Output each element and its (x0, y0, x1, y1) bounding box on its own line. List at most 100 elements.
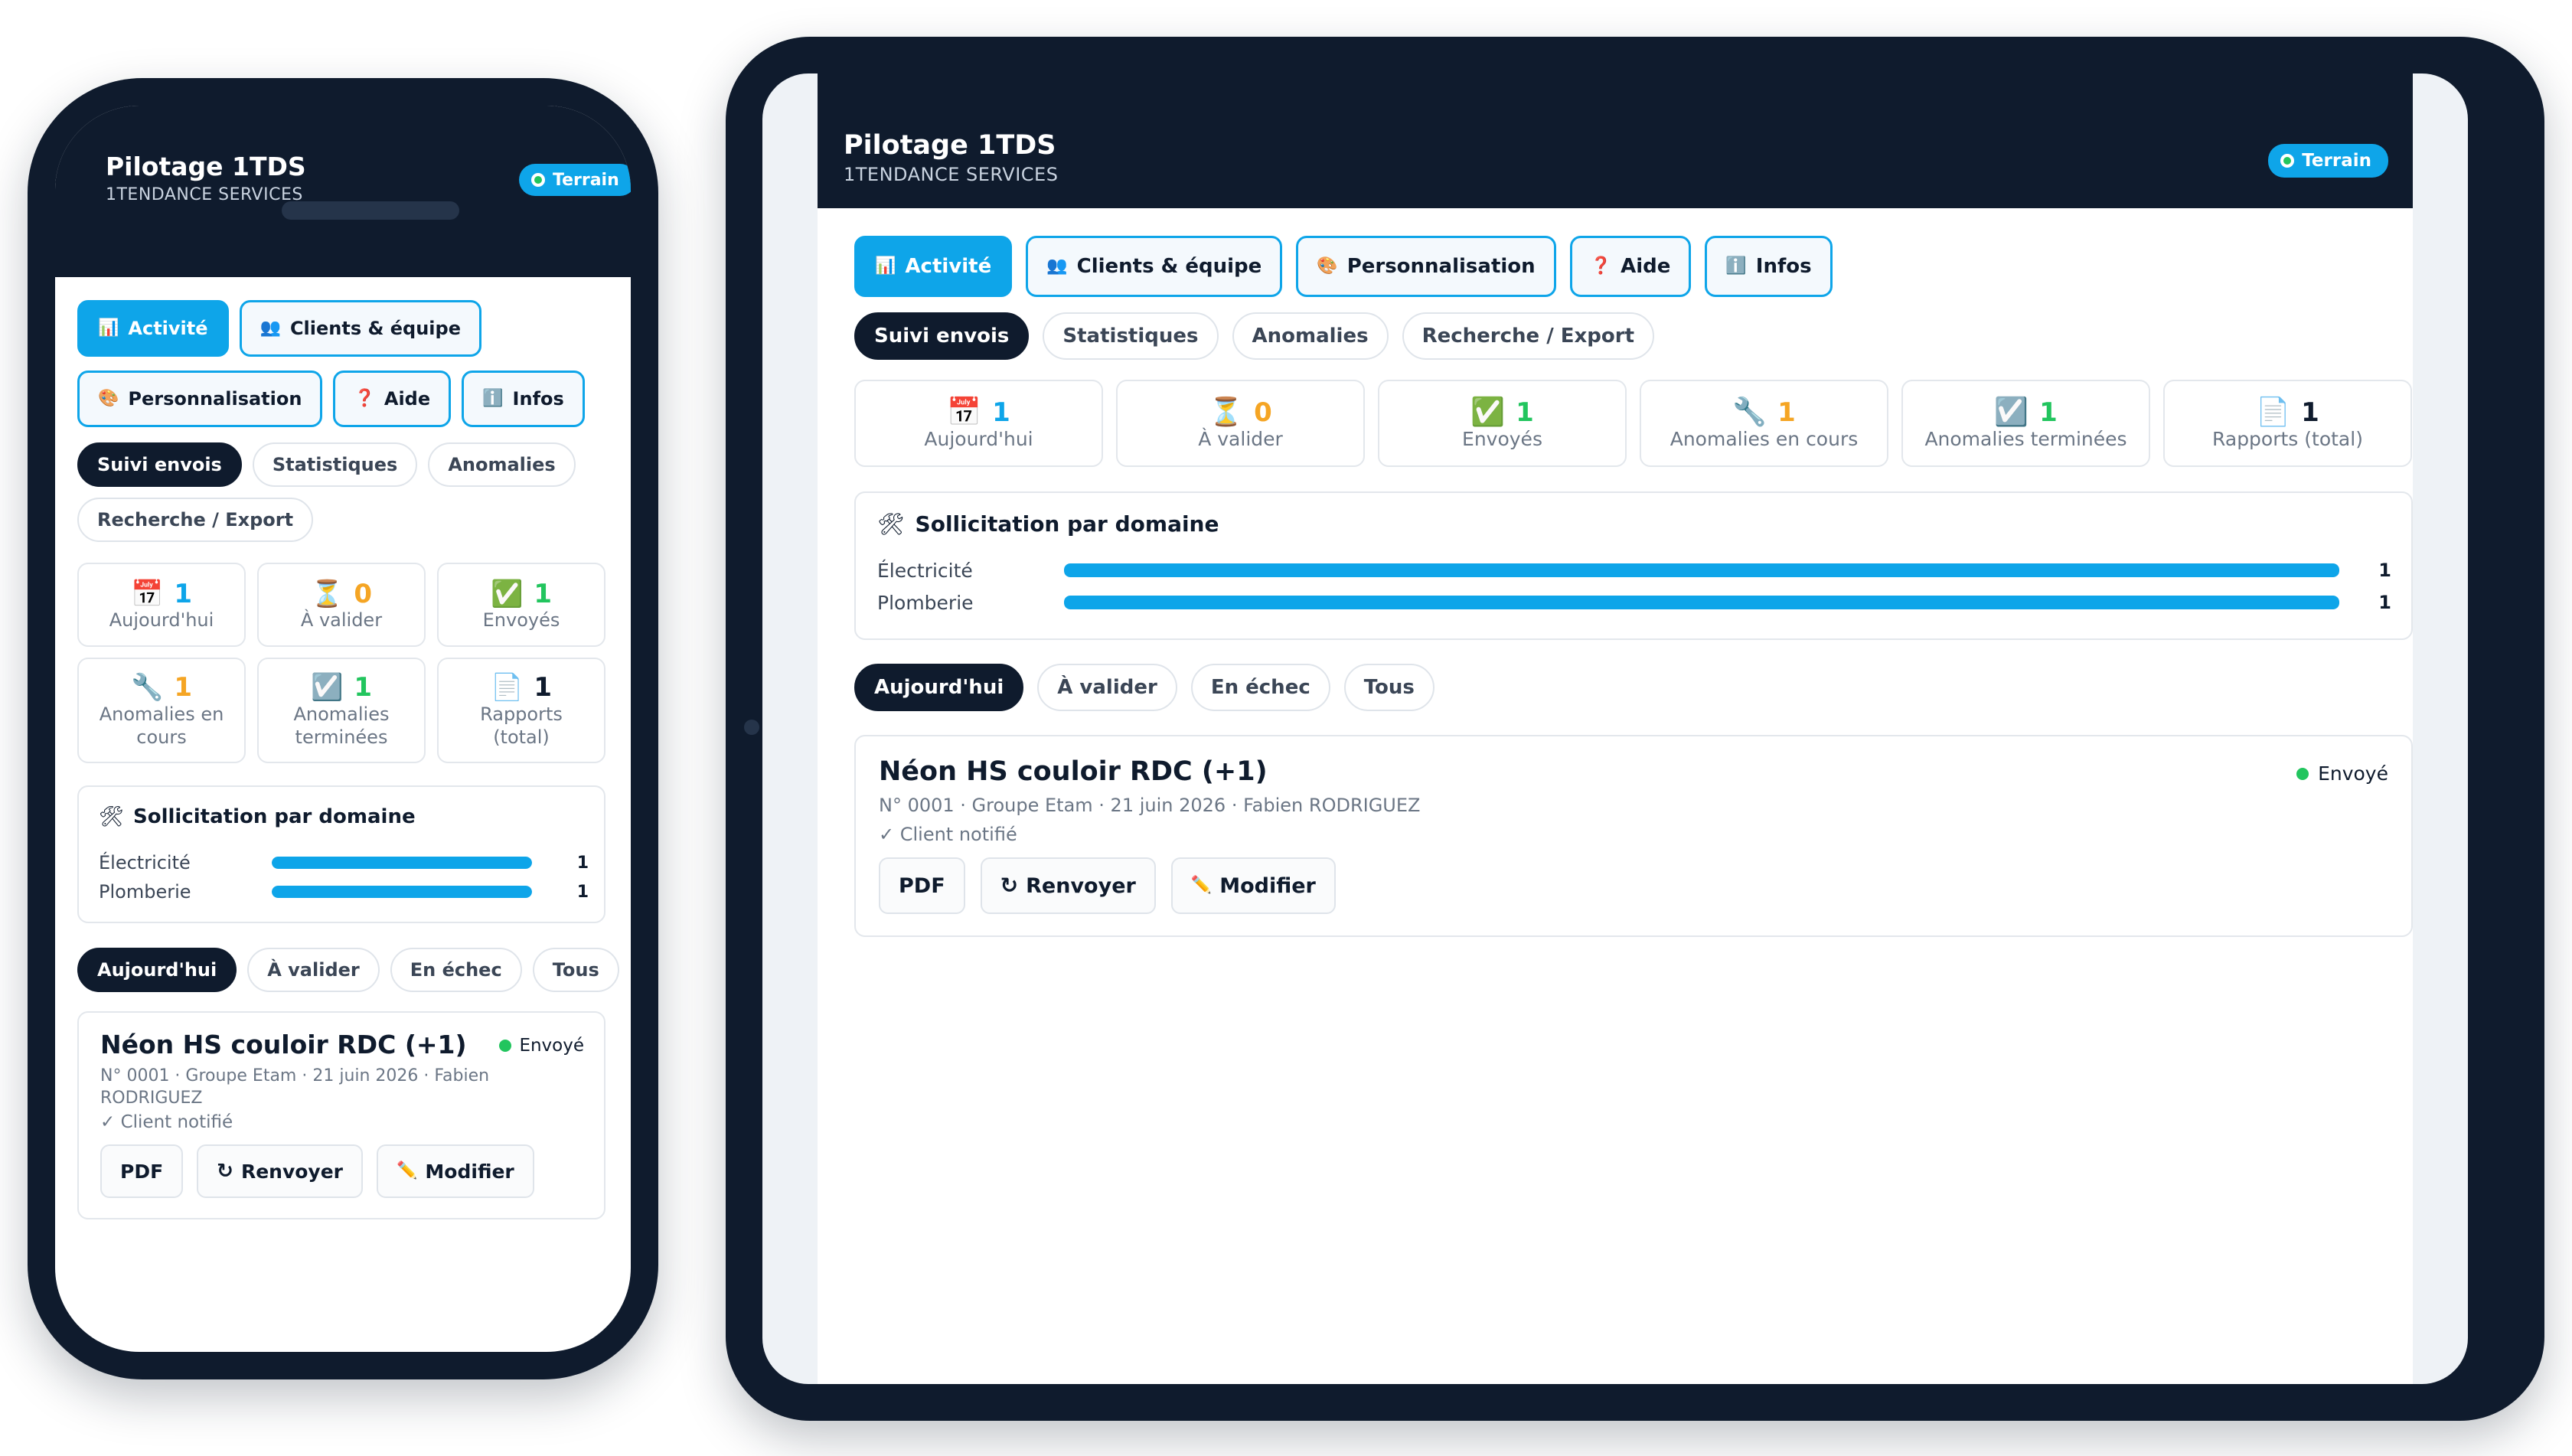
renvoyer-button[interactable]: ↻ Renvoyer (980, 857, 1156, 914)
resend-icon: ↻ (217, 1160, 233, 1183)
stat-card-rapports-total[interactable]: 📄 1 Rapports (total) (2163, 380, 2412, 467)
tab-clients-equipe[interactable]: 👥 Clients & équipe (239, 300, 481, 357)
status-ring-icon (531, 173, 545, 187)
filter-a-valider[interactable]: À valider (247, 948, 380, 992)
status-dot-icon (2296, 767, 2309, 780)
pdf-button[interactable]: PDF (879, 857, 965, 914)
domain-label: Plomberie (877, 591, 974, 614)
tab-label: Activité (905, 255, 992, 278)
domain-bar (1064, 563, 2339, 577)
tab-label: Activité (128, 318, 208, 339)
filter-chips: Aujourd'hui À valider En échec Tous (854, 664, 1435, 711)
stat-label: Anomalies en cours (1670, 427, 1859, 450)
filter-en-echec[interactable]: En échec (1190, 664, 1330, 711)
stats-grid: 📅 1 Aujourd'hui ⏳ 0 À valider ✅ 1 Envoyés 🔧… (854, 380, 2413, 467)
tab-label: Clients & équipe (1076, 255, 1262, 278)
app-subtitle: 1TENDANCE SERVICES (844, 164, 1059, 185)
stat-value: 1 (174, 672, 192, 703)
stat-card-aujourdhui[interactable]: 📅 1 Aujourd'hui (77, 563, 246, 647)
stat-card-rapports-total[interactable]: 📄 1 Rapports (total) (437, 658, 605, 763)
subtab-suivi-envois[interactable]: Suivi envois (77, 442, 242, 487)
palette-icon: 🎨 (1317, 256, 1338, 276)
filter-aujourdhui[interactable]: Aujourd'hui (854, 664, 1024, 711)
report-card[interactable]: Néon HS couloir RDC (+1) Envoyé N° 0001 … (77, 1011, 605, 1219)
pdf-button[interactable]: PDF (100, 1144, 184, 1198)
subtab-recherche-export[interactable]: Recherche / Export (77, 498, 314, 542)
hourglass-icon: ⏳ (1209, 396, 1244, 428)
stat-value: 1 (354, 672, 372, 703)
tab-personnalisation[interactable]: 🎨 Personnalisation (77, 371, 323, 427)
domain-value: 1 (2378, 592, 2391, 613)
filter-en-echec[interactable]: En échec (390, 948, 522, 992)
stat-value: 1 (534, 579, 552, 609)
renvoyer-button[interactable]: ↻ Renvoyer (197, 1144, 364, 1198)
tab-aide[interactable]: ❓ Aide (333, 371, 452, 427)
tab-activite[interactable]: 📊 Activité (77, 300, 229, 357)
modifier-button[interactable]: ✏️ Modifier (1170, 857, 1336, 914)
pencil-icon: ✏️ (397, 1161, 418, 1180)
stat-value: 1 (1777, 397, 1796, 428)
tab-activite[interactable]: 📊 Activité (854, 236, 1013, 297)
stat-value: 0 (354, 579, 372, 609)
badge-label: Terrain (2302, 151, 2371, 171)
subtab-suivi-envois[interactable]: Suivi envois (854, 312, 1030, 360)
tab-infos[interactable]: ℹ️ Infos (462, 371, 585, 427)
filter-tous[interactable]: Tous (532, 948, 619, 992)
subtab-anomalies[interactable]: Anomalies (1232, 312, 1389, 360)
stat-card-anomalies-en-cours[interactable]: 🔧 1 Anomalies en cours (1640, 380, 1888, 467)
stat-label: Aujourd'hui (924, 427, 1033, 450)
filter-aujourdhui[interactable]: Aujourd'hui (77, 948, 237, 992)
app-header: Pilotage 1TDS 1TENDANCE SERVICES Terrain (55, 106, 631, 277)
modifier-label: Modifier (1219, 873, 1316, 898)
stat-value: 1 (1516, 397, 1534, 428)
domain-row: Plomberie 1 (877, 586, 2391, 619)
report-notified: ✓ Client notifié (100, 1112, 233, 1132)
subtab-anomalies[interactable]: Anomalies (428, 442, 576, 487)
tab-label: Infos (1755, 255, 1812, 278)
stat-card-envoyes[interactable]: ✅ 1 Envoyés (1378, 380, 1627, 467)
tab-aide[interactable]: ❓ Aide (1569, 236, 1692, 297)
report-meta: N° 0001 · Groupe Etam · 21 juin 2026 · F… (100, 1066, 490, 1108)
people-icon: 👥 (259, 318, 281, 338)
report-card[interactable]: Néon HS couloir RDC (+1) Envoyé N° 0001 … (854, 735, 2413, 937)
tab-label: Aide (384, 388, 431, 410)
tab-label: Clients & équipe (289, 318, 461, 339)
filter-a-valider[interactable]: À valider (1037, 664, 1177, 711)
stat-value: 1 (174, 579, 192, 609)
stat-card-a-valider[interactable]: ⏳ 0 À valider (1116, 380, 1365, 467)
calendar-icon: 📅 (130, 579, 164, 609)
stat-card-anomalies-terminees[interactable]: ☑️ 1 Anomalies terminées (1901, 380, 2150, 467)
tab-infos[interactable]: ℹ️ Infos (1705, 236, 1833, 297)
phone-screen: Pilotage 1TDS 1TENDANCE SERVICES Terrain… (55, 106, 631, 1352)
domain-row: Électricité 1 (877, 554, 2391, 586)
report-actions: PDF ↻ Renvoyer ✏️ Modifier (879, 857, 1336, 914)
subtab-statistiques[interactable]: Statistiques (1043, 312, 1219, 360)
filter-tous[interactable]: Tous (1343, 664, 1435, 711)
modifier-button[interactable]: ✏️ Modifier (377, 1144, 534, 1198)
stat-card-anomalies-en-cours[interactable]: 🔧 1 Anomalies en cours (77, 658, 246, 763)
stat-value: 1 (2039, 397, 2058, 428)
status-dot-icon (499, 1040, 512, 1052)
checkbox-icon: ✅ (490, 579, 524, 609)
subtab-statistiques[interactable]: Statistiques (252, 442, 418, 487)
domain-bar-fill (1064, 563, 2339, 577)
subtab-recherche-export[interactable]: Recherche / Export (1402, 312, 1655, 360)
tab-personnalisation[interactable]: 🎨 Personnalisation (1296, 236, 1556, 297)
report-meta: N° 0001 · Groupe Etam · 21 juin 2026 · F… (879, 795, 1421, 816)
pdf-label: PDF (899, 873, 945, 898)
report-actions: PDF ↻ Renvoyer ✏️ Modifier (100, 1144, 534, 1198)
tab-clients-equipe[interactable]: 👥 Clients & équipe (1026, 236, 1283, 297)
bar-chart-icon: 📊 (875, 256, 896, 276)
stat-value: 0 (1254, 397, 1272, 428)
tools-icon: 🛠 (99, 805, 125, 828)
bar-chart-icon: 📊 (98, 318, 119, 338)
document-icon: 📄 (490, 672, 524, 703)
stat-card-anomalies-terminees[interactable]: ☑️ 1 Anomalies terminées (257, 658, 426, 763)
domain-bar-fill (272, 886, 532, 898)
stat-card-aujourdhui[interactable]: 📅 1 Aujourd'hui (854, 380, 1103, 467)
stat-card-a-valider[interactable]: ⏳ 0 À valider (257, 563, 426, 647)
terrain-badge[interactable]: Terrain (519, 164, 631, 196)
sub-tabs: Suivi envois Statistiques Anomalies Rech… (77, 442, 613, 542)
terrain-badge[interactable]: Terrain (2268, 144, 2388, 178)
stat-card-envoyes[interactable]: ✅ 1 Envoyés (437, 563, 605, 647)
